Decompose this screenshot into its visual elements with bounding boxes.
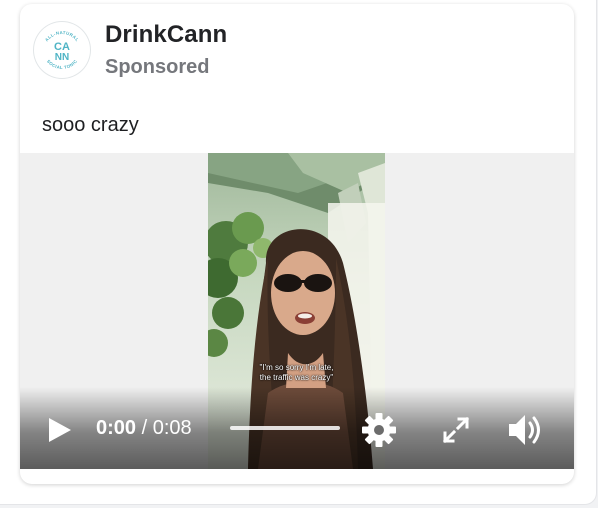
- logo-line2: NN: [55, 52, 69, 63]
- post-text: sooo crazy: [42, 114, 139, 136]
- current-time: 0:00: [96, 417, 137, 439]
- video-duration: 0:08: [152, 417, 192, 439]
- sponsored-label: Sponsored: [105, 56, 210, 78]
- fullscreen-icon: [442, 416, 470, 444]
- fullscreen-button[interactable]: [441, 415, 471, 445]
- settings-button[interactable]: [361, 412, 397, 448]
- caption-line-2: the traffic was crazy": [259, 373, 334, 382]
- gear-icon: [362, 413, 396, 447]
- time-separator: /: [136, 417, 153, 439]
- video-caption: "I'm so sorry I'm late, the traffic was …: [208, 363, 385, 383]
- cann-logo: ALL-NATURAL SOCIAL TONIC CA NN: [44, 30, 80, 70]
- play-icon: [49, 418, 71, 442]
- volume-icon: [509, 415, 540, 445]
- progress-bar[interactable]: [230, 426, 340, 430]
- play-button[interactable]: [44, 415, 74, 445]
- volume-button[interactable]: [506, 411, 546, 449]
- video-player[interactable]: "I'm so sorry I'm late, the traffic was …: [20, 153, 574, 469]
- time-display: 0:00 / 0:08: [96, 417, 192, 440]
- brand-name[interactable]: DrinkCann: [105, 21, 227, 49]
- sponsored-post-card: ALL-NATURAL SOCIAL TONIC CA NN DrinkCann…: [20, 4, 574, 484]
- page-background: ALL-NATURAL SOCIAL TONIC CA NN DrinkCann…: [0, 0, 597, 505]
- brand-avatar[interactable]: ALL-NATURAL SOCIAL TONIC CA NN: [34, 22, 90, 78]
- caption-line-1: "I'm so sorry I'm late,: [259, 363, 334, 372]
